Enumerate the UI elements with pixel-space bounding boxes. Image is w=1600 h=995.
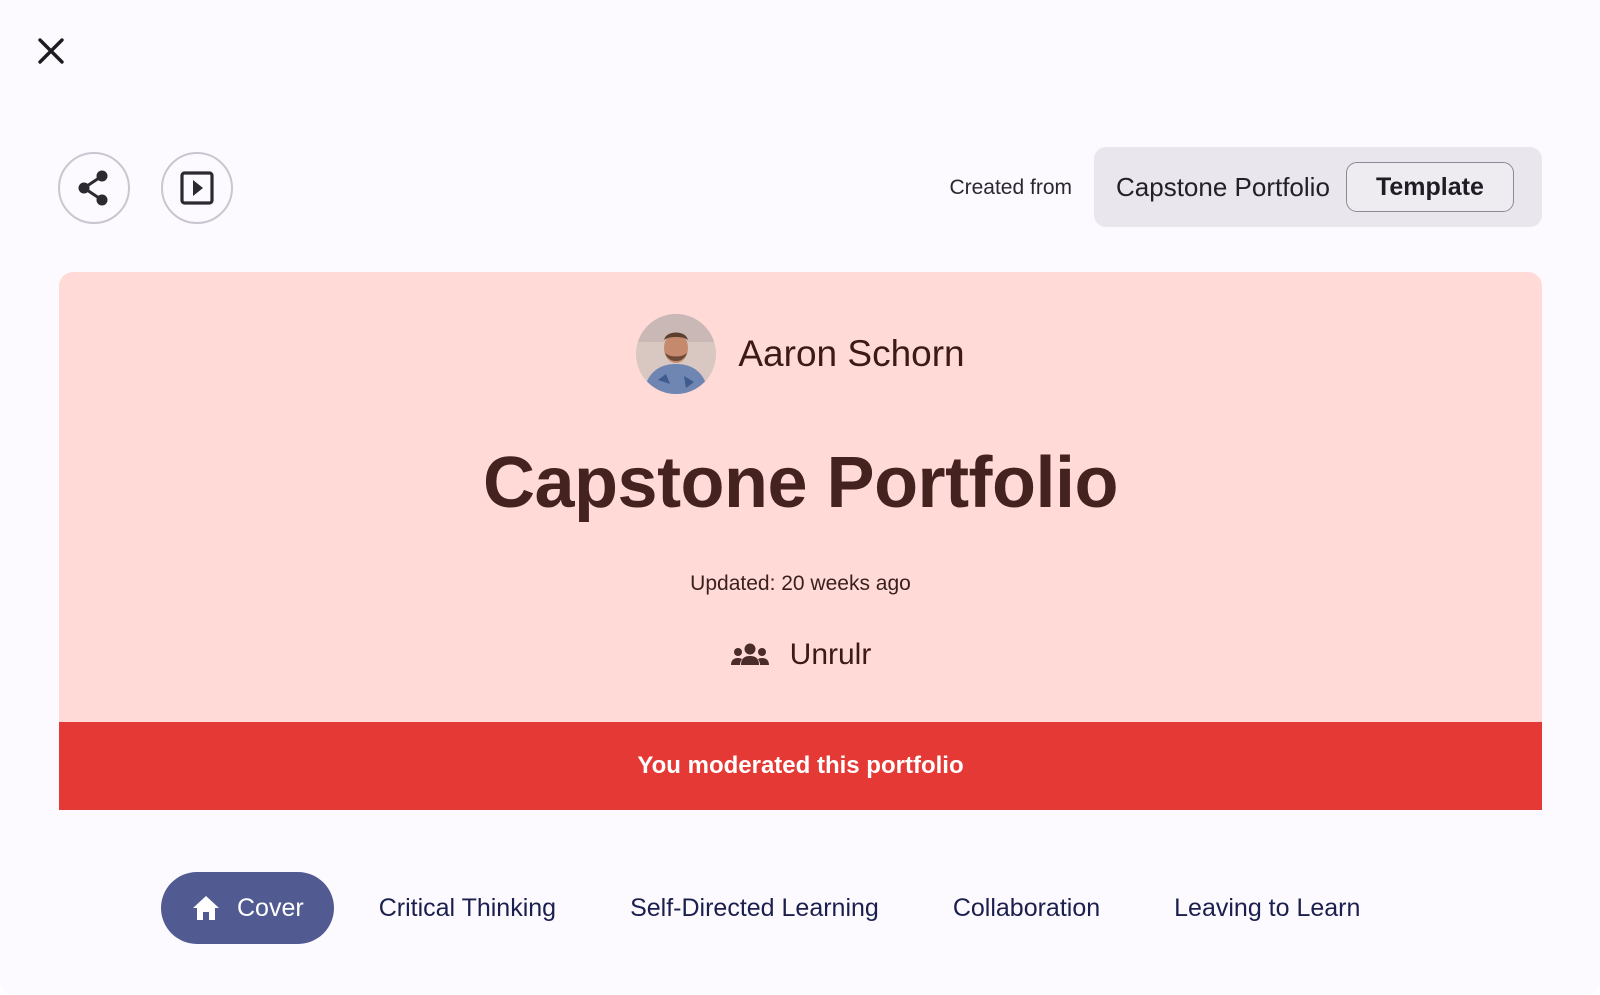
tab-self-directed-learning[interactable]: Self-Directed Learning xyxy=(630,872,879,944)
group-name: Unrulr xyxy=(789,638,872,671)
portfolio-viewer-window: Created from Capstone Portfolio Template… xyxy=(0,0,1600,995)
updated-timestamp: Updated: 20 weeks ago xyxy=(690,572,911,595)
close-button[interactable] xyxy=(30,30,72,72)
share-icon xyxy=(78,170,108,206)
template-chip[interactable]: Capstone Portfolio Template xyxy=(1094,147,1542,227)
group-row: Unrulr xyxy=(59,638,1542,672)
section-tabs: Cover Critical Thinking Self-Directed Le… xyxy=(161,872,1360,944)
tab-collaboration[interactable]: Collaboration xyxy=(953,872,1100,944)
groups-icon xyxy=(730,643,769,665)
home-icon xyxy=(193,896,219,920)
tab-cover[interactable]: Cover xyxy=(161,872,334,944)
portfolio-title: Capstone Portfolio xyxy=(483,443,1119,523)
tab-leaving-to-learn[interactable]: Leaving to Learn xyxy=(1174,872,1360,944)
template-badge[interactable]: Template xyxy=(1345,162,1514,212)
author-name: Aaron Schorn xyxy=(738,333,965,374)
tab-label: Collaboration xyxy=(952,893,1101,922)
close-icon xyxy=(38,38,64,64)
template-name: Capstone Portfolio xyxy=(1116,171,1330,202)
tab-critical-thinking[interactable]: Critical Thinking xyxy=(379,872,556,944)
avatar xyxy=(636,314,717,394)
tab-label: Leaving to Learn xyxy=(1174,893,1361,922)
tab-label: Self-Directed Learning xyxy=(630,893,879,922)
moderated-banner: You moderated this portfolio xyxy=(59,722,1542,810)
cover-card: Aaron Schorn Capstone Portfolio Updated:… xyxy=(59,272,1542,810)
slideshow-icon xyxy=(180,171,214,205)
author-row: Aaron Schorn xyxy=(59,314,1542,394)
present-button[interactable] xyxy=(161,152,233,224)
share-button[interactable] xyxy=(58,152,130,224)
tab-label: Critical Thinking xyxy=(378,893,557,922)
tab-label: Cover xyxy=(237,893,304,922)
created-from-label: Created from xyxy=(949,176,1072,199)
